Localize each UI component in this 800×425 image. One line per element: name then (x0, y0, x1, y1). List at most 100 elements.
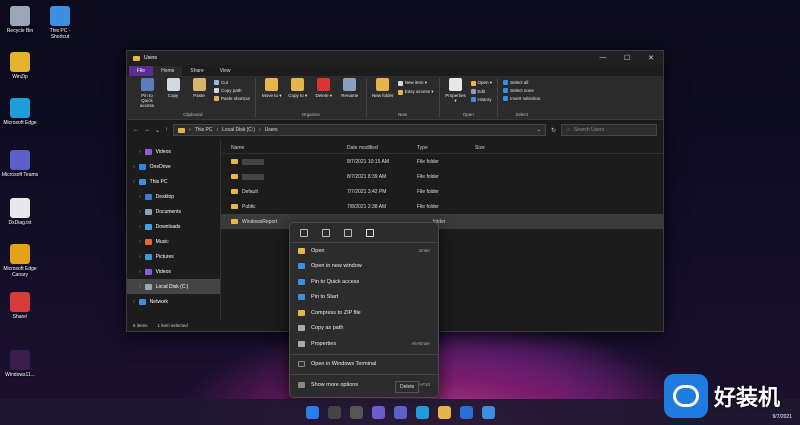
tab-home[interactable]: Home (153, 65, 183, 76)
file-name (242, 158, 264, 165)
rename-button[interactable]: Rename (339, 78, 361, 112)
file-explorer-icon[interactable] (437, 405, 451, 419)
chevron-right-icon[interactable]: › (139, 284, 141, 290)
edit-button[interactable]: Edit (470, 89, 493, 94)
chevron-right-icon[interactable]: › (139, 224, 141, 230)
select-none-button[interactable]: Select none (503, 88, 540, 93)
widgets-icon[interactable] (371, 405, 385, 419)
desktop-icon[interactable]: Microsoft Edge Canary (0, 244, 40, 278)
column-size[interactable]: Size (471, 145, 511, 151)
new-item-button[interactable]: New item ▾ (397, 80, 434, 86)
forward-arrow-icon[interactable]: → (144, 127, 150, 133)
nav-item[interactable]: › Local Disk (C:) (127, 279, 220, 294)
delete-button[interactable]: Delete ▾ (313, 78, 335, 112)
easy-access-button[interactable]: Easy access ▾ (397, 89, 434, 95)
desktop-icon[interactable]: Recycle Bin (0, 6, 40, 34)
menu-item[interactable]: Copy as path (290, 321, 438, 337)
nav-item[interactable]: › Desktop (127, 189, 220, 204)
paste-button[interactable]: Paste (188, 78, 210, 112)
new-folder-button[interactable]: New folder (372, 78, 394, 112)
chevron-down-icon[interactable]: ⌄ (537, 127, 541, 133)
column-type[interactable]: Type (413, 145, 471, 151)
menu-item[interactable]: Open in new window (290, 259, 438, 275)
nav-item[interactable]: › Network (127, 294, 220, 309)
rename-icon[interactable] (344, 228, 352, 237)
file-row[interactable]: Default 7/7/2021 3:42 PM File folder (221, 184, 663, 199)
invert-selection-button[interactable]: Invert selection (503, 96, 540, 101)
menu-item[interactable]: Open Enter (290, 243, 438, 259)
refresh-icon[interactable]: ↻ (551, 127, 556, 134)
desktop-icon[interactable]: WinZip (0, 52, 40, 80)
history-button[interactable]: History (470, 97, 493, 102)
desktop-icon[interactable]: Share! (0, 292, 40, 320)
menu-item[interactable]: Properties Alt+Enter (290, 336, 438, 352)
up-arrow-icon[interactable]: ↑ (165, 127, 168, 133)
edge-icon[interactable] (415, 405, 429, 419)
chevron-right-icon[interactable]: › (139, 239, 141, 245)
chevron-right-icon[interactable]: › (133, 179, 135, 185)
nav-item[interactable]: › Pictures (127, 249, 220, 264)
nav-item[interactable]: › Downloads (127, 219, 220, 234)
task-view-icon[interactable] (349, 405, 363, 419)
properties-button[interactable]: Properties ▾ (445, 78, 467, 112)
back-arrow-icon[interactable]: ← (133, 127, 139, 133)
search-icon[interactable] (327, 405, 341, 419)
store-icon[interactable] (459, 405, 473, 419)
delete-icon[interactable] (366, 228, 374, 237)
chevron-right-icon[interactable]: › (139, 209, 141, 215)
desktop-icon[interactable]: Microsoft Teams (0, 150, 40, 178)
desktop-icon[interactable]: Microsoft Edge (0, 98, 40, 126)
chevron-right-icon[interactable]: › (139, 254, 141, 260)
chevron-right-icon[interactable]: › (133, 164, 135, 170)
file-row[interactable]: 8/7/2021 10:15 AM File folder (221, 154, 663, 169)
nav-item[interactable]: › OneDrive (127, 159, 220, 174)
nav-item[interactable]: › Music (127, 234, 220, 249)
mail-icon[interactable] (481, 405, 495, 419)
chevron-right-icon[interactable]: › (133, 299, 135, 305)
file-row[interactable]: Public 7/8/2021 2:38 AM File folder (221, 199, 663, 214)
chevron-right-icon[interactable]: › (139, 269, 141, 275)
menu-item[interactable]: Pin to Quick access (290, 274, 438, 290)
cut-button[interactable]: Cut (214, 80, 250, 85)
chevron-right-icon[interactable]: › (139, 194, 141, 200)
desktop-icon[interactable]: DxDiag.txt (0, 198, 40, 226)
chevron-right-icon[interactable]: › (139, 149, 141, 155)
tab-view[interactable]: View (212, 66, 239, 76)
nav-item[interactable]: › This PC (127, 174, 220, 189)
copy-to-button[interactable]: Copy to ▾ (287, 78, 309, 112)
copy-button[interactable]: Copy (162, 78, 184, 112)
copy-icon[interactable] (322, 228, 330, 237)
menu-item-open-terminal[interactable]: Open in Windows Terminal (290, 357, 438, 373)
file-row[interactable]: 8/7/2021 8:39 AM File folder (221, 169, 663, 184)
breadcrumb-local-disk[interactable]: Local Disk (C:) (222, 127, 255, 133)
tab-file[interactable]: File (129, 65, 154, 76)
file-row[interactable]: WindowsReport folder (221, 214, 663, 229)
nav-item[interactable]: › Videos (127, 264, 220, 279)
close-button[interactable]: ✕ (639, 54, 663, 62)
paste-shortcut-button[interactable]: Paste shortcut (214, 96, 250, 101)
minimize-button[interactable]: — (591, 54, 615, 62)
chevron-down-icon[interactable]: ⌄ (155, 127, 160, 134)
pin-quick-access-button[interactable]: Pin to Quick access (136, 78, 158, 112)
search-input[interactable]: ⌕ Search Users (561, 124, 657, 136)
menu-item[interactable]: Pin to Start (290, 290, 438, 306)
breadcrumb-users[interactable]: Users (265, 127, 278, 133)
maximize-button[interactable]: ☐ (615, 54, 639, 62)
desktop-icon[interactable]: This PC - Shortcut (40, 6, 80, 40)
address-bar[interactable]: › This PC › Local Disk (C:) › Users ⌄ (173, 124, 546, 136)
column-date[interactable]: Date modified (343, 145, 413, 151)
chat-icon[interactable] (393, 405, 407, 419)
open-button[interactable]: Open ▾ (470, 80, 492, 86)
nav-item[interactable]: › Videos (127, 144, 220, 159)
move-to-button[interactable]: Move to ▾ (261, 78, 283, 112)
desktop-icon[interactable]: Windows11... (0, 350, 40, 378)
select-all-button[interactable]: Select all (503, 80, 540, 85)
menu-item[interactable]: Compress to ZIP file (290, 305, 438, 321)
nav-item[interactable]: › Documents (127, 204, 220, 219)
cut-icon[interactable] (300, 228, 308, 237)
column-name[interactable]: Name (221, 145, 343, 151)
start-icon[interactable] (305, 405, 319, 419)
tab-share[interactable]: Share (182, 66, 211, 76)
copy-path-button[interactable]: Copy path (214, 88, 250, 93)
breadcrumb-this-pc[interactable]: This PC (195, 127, 213, 133)
